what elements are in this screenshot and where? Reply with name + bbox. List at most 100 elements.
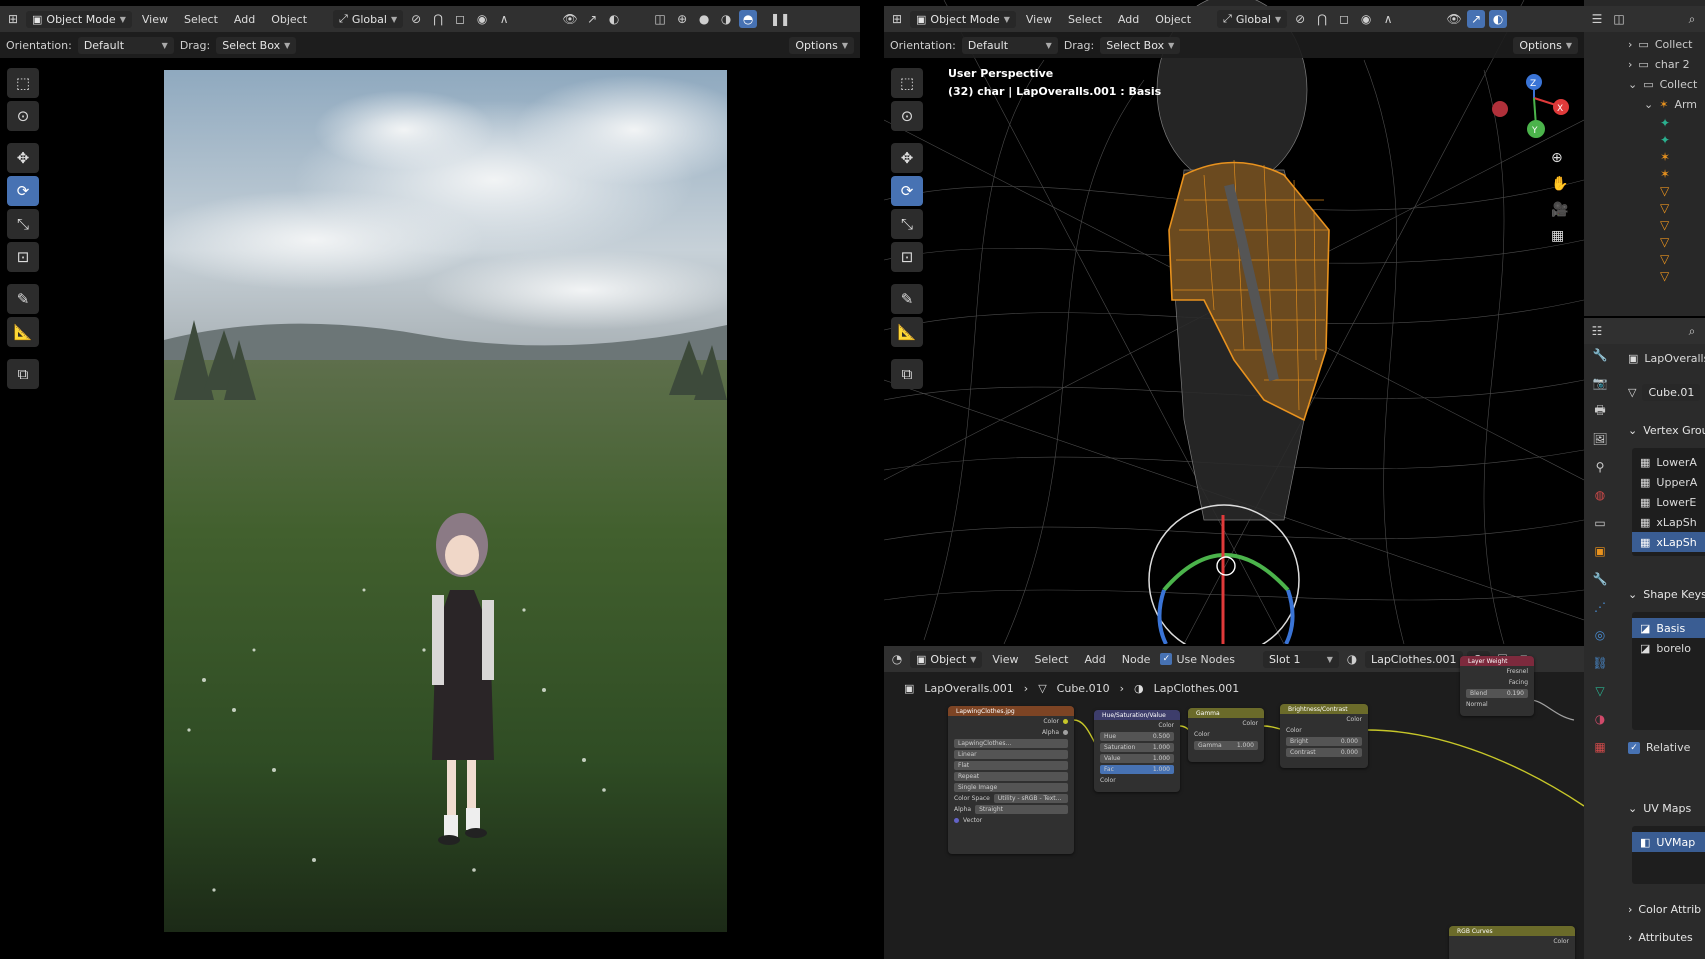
hue-saturation-node[interactable]: Hue/Saturation/Value Color Hue 0.500 Satu… — [1094, 710, 1180, 792]
scene-tab-icon[interactable]: ⚲ — [1589, 456, 1611, 478]
object-tab-icon[interactable]: ▣ — [1589, 540, 1611, 562]
navigation-gizmo[interactable]: Z X Y — [1492, 74, 1569, 138]
editor-type-icon[interactable]: ☷ — [1588, 322, 1606, 340]
breadcrumb-material[interactable]: LapClothes.001 — [1154, 682, 1240, 695]
menu-node[interactable]: Node — [1116, 651, 1157, 668]
armature-icon[interactable]: ✶ — [1660, 150, 1670, 164]
list-item[interactable]: ▦ LowerA — [1632, 452, 1705, 472]
cursor-tool[interactable]: ⊙ — [7, 101, 39, 131]
wireframe-shading-icon[interactable]: ⊕ — [673, 10, 691, 28]
world-tab-icon[interactable]: ◍ — [1589, 484, 1611, 506]
menu-select[interactable]: Select — [1029, 651, 1075, 668]
relative-checkbox[interactable]: ✓ Relative — [1628, 741, 1705, 754]
scale-tool[interactable]: ⤡ — [891, 209, 923, 239]
rendered-shading-icon[interactable]: ◓ — [739, 10, 758, 28]
saturation-field[interactable]: Saturation 1.000 — [1100, 743, 1174, 752]
display-mode-icon[interactable]: ◫ — [1610, 10, 1628, 28]
orientation-dropdown[interactable]: Default ▼ — [77, 36, 174, 54]
pan-hand-icon[interactable]: ✋ — [1551, 176, 1568, 192]
material-shading-icon[interactable]: ◑ — [717, 10, 735, 28]
annotate-tool[interactable]: ✎ — [7, 284, 39, 314]
pivot-icon[interactable]: ⊘ — [407, 10, 425, 28]
brightness-contrast-node[interactable]: Brightness/Contrast Color Color Bright 0.… — [1280, 704, 1368, 768]
list-item[interactable]: ◪ Basis — [1632, 618, 1705, 638]
outliner-row[interactable]: ⌄ ▭ Collect — [1628, 74, 1705, 94]
gizmo-icon[interactable]: ↗ — [583, 10, 601, 28]
render-tab-icon[interactable]: 📷 — [1589, 372, 1611, 394]
attributes-panel-header[interactable]: › Attributes — [1628, 926, 1705, 948]
search-icon[interactable]: ⌕ — [1683, 322, 1701, 340]
shape-keys-panel-header[interactable]: ⌄ Shape Keys — [1628, 583, 1705, 605]
modifier-tab-icon[interactable]: 🔧 — [1589, 568, 1611, 590]
menu-object[interactable]: Object — [1149, 11, 1197, 28]
area-divider[interactable] — [860, 0, 884, 959]
menu-view[interactable]: View — [136, 11, 174, 28]
list-item[interactable]: ▦ xLapSh — [1632, 532, 1705, 552]
outliner-row[interactable]: › ▭ char 2 — [1628, 54, 1705, 74]
overlay-icon[interactable]: ◐ — [605, 10, 623, 28]
material-sphere-icon[interactable]: ◑ — [1343, 650, 1361, 668]
move-tool[interactable]: ✥ — [891, 143, 923, 173]
proportional-edit-icon[interactable]: ◉ — [1357, 10, 1375, 28]
measure-tool[interactable]: 📐 — [891, 317, 923, 347]
alpha-mode-dropdown[interactable]: Straight — [975, 805, 1068, 814]
list-item[interactable]: ▦ LowerE — [1632, 492, 1705, 512]
material-name-field[interactable]: LapClothes.001 — [1364, 650, 1463, 668]
drag-dropdown[interactable]: Select Box ▼ — [216, 36, 297, 54]
overlay-icon[interactable]: ◐ — [1489, 10, 1508, 28]
image-selector[interactable]: LapwingClothes... — [954, 739, 1068, 748]
zoom-icon[interactable]: ⊕ — [1551, 150, 1568, 166]
options-dropdown[interactable]: Options ▼ — [1513, 36, 1578, 54]
pose-icon[interactable]: ✦ — [1660, 133, 1670, 147]
mesh-icon[interactable]: ▽ — [1660, 252, 1670, 266]
grid-icon[interactable]: ▦ — [1551, 228, 1568, 244]
editor-type-icon[interactable]: ⊞ — [888, 10, 906, 28]
color-space-dropdown[interactable]: Utility - sRGB - Text... — [993, 794, 1068, 803]
layer-weight-node[interactable]: Layer Weight Fresnel Facing Blend 0.190 N… — [1460, 656, 1534, 716]
data-tab-icon[interactable]: ▽ — [1589, 680, 1611, 702]
shader-type-dropdown[interactable]: ▣ Object ▼ — [910, 650, 983, 668]
armature-icon[interactable]: ✶ — [1660, 167, 1670, 181]
falloff-icon[interactable]: ∧ — [495, 10, 513, 28]
hue-field[interactable]: Hue 0.500 — [1100, 732, 1174, 741]
output-socket[interactable] — [1063, 730, 1068, 735]
list-item[interactable]: ▦ UpperA — [1632, 472, 1705, 492]
pose-icon[interactable]: ✦ — [1660, 116, 1670, 130]
menu-add[interactable]: Add — [228, 11, 261, 28]
tool-tab-icon[interactable]: 🔧 — [1589, 344, 1611, 366]
blend-field[interactable]: Blend 0.190 — [1466, 689, 1528, 698]
bright-field[interactable]: Bright 0.000 — [1286, 737, 1362, 746]
list-item[interactable]: ◪ borelo — [1632, 638, 1705, 658]
use-nodes-checkbox[interactable]: ✓ Use Nodes — [1160, 653, 1235, 666]
breadcrumb-object[interactable]: LapOveralls.001 — [924, 682, 1013, 695]
rotate-tool[interactable]: ⟳ — [7, 176, 39, 206]
projection-dropdown[interactable]: Flat — [954, 761, 1068, 770]
add-cube-tool[interactable]: ⧉ — [891, 359, 923, 389]
input-socket[interactable] — [954, 818, 959, 823]
scale-tool[interactable]: ⤡ — [7, 209, 39, 239]
extension-dropdown[interactable]: Repeat — [954, 772, 1068, 781]
image-texture-node[interactable]: LapwingClothes.jpg Color Alpha LapwingCl… — [948, 706, 1074, 854]
transform-tool[interactable]: ⊡ — [7, 242, 39, 272]
outliner-row[interactable]: ⌄ ✶ Arm — [1628, 94, 1705, 114]
cursor-tool[interactable]: ⊙ — [891, 101, 923, 131]
annotate-tool[interactable]: ✎ — [891, 284, 923, 314]
snap-target-icon[interactable]: ◻ — [451, 10, 469, 28]
contrast-field[interactable]: Contrast 0.000 — [1286, 748, 1362, 757]
select-box-tool[interactable]: ⬚ — [7, 68, 39, 98]
visibility-icon[interactable]: 👁 — [561, 10, 579, 28]
pause-icon[interactable]: ❚❚ — [770, 10, 790, 28]
uv-maps-panel-header[interactable]: ⌄ UV Maps — [1628, 797, 1705, 819]
drag-dropdown[interactable]: Select Box ▼ — [1100, 36, 1181, 54]
gamma-node[interactable]: Gamma Color Color Gamma 1.000 — [1188, 708, 1264, 762]
editor-type-icon[interactable]: ⊞ — [4, 10, 22, 28]
mesh-icon[interactable]: ▽ — [1660, 184, 1670, 198]
options-dropdown[interactable]: Options ▼ — [789, 36, 854, 54]
mode-dropdown[interactable]: ▣ Object Mode ▼ — [910, 10, 1016, 28]
slot-dropdown[interactable]: Slot 1 ▼ — [1262, 650, 1339, 668]
orientation-dropdown[interactable]: Default ▼ — [961, 36, 1058, 54]
menu-add[interactable]: Add — [1078, 651, 1111, 668]
menu-object[interactable]: Object — [265, 11, 313, 28]
texture-tab-icon[interactable]: ▦ — [1589, 736, 1611, 758]
rotate-tool[interactable]: ⟳ — [891, 176, 923, 206]
